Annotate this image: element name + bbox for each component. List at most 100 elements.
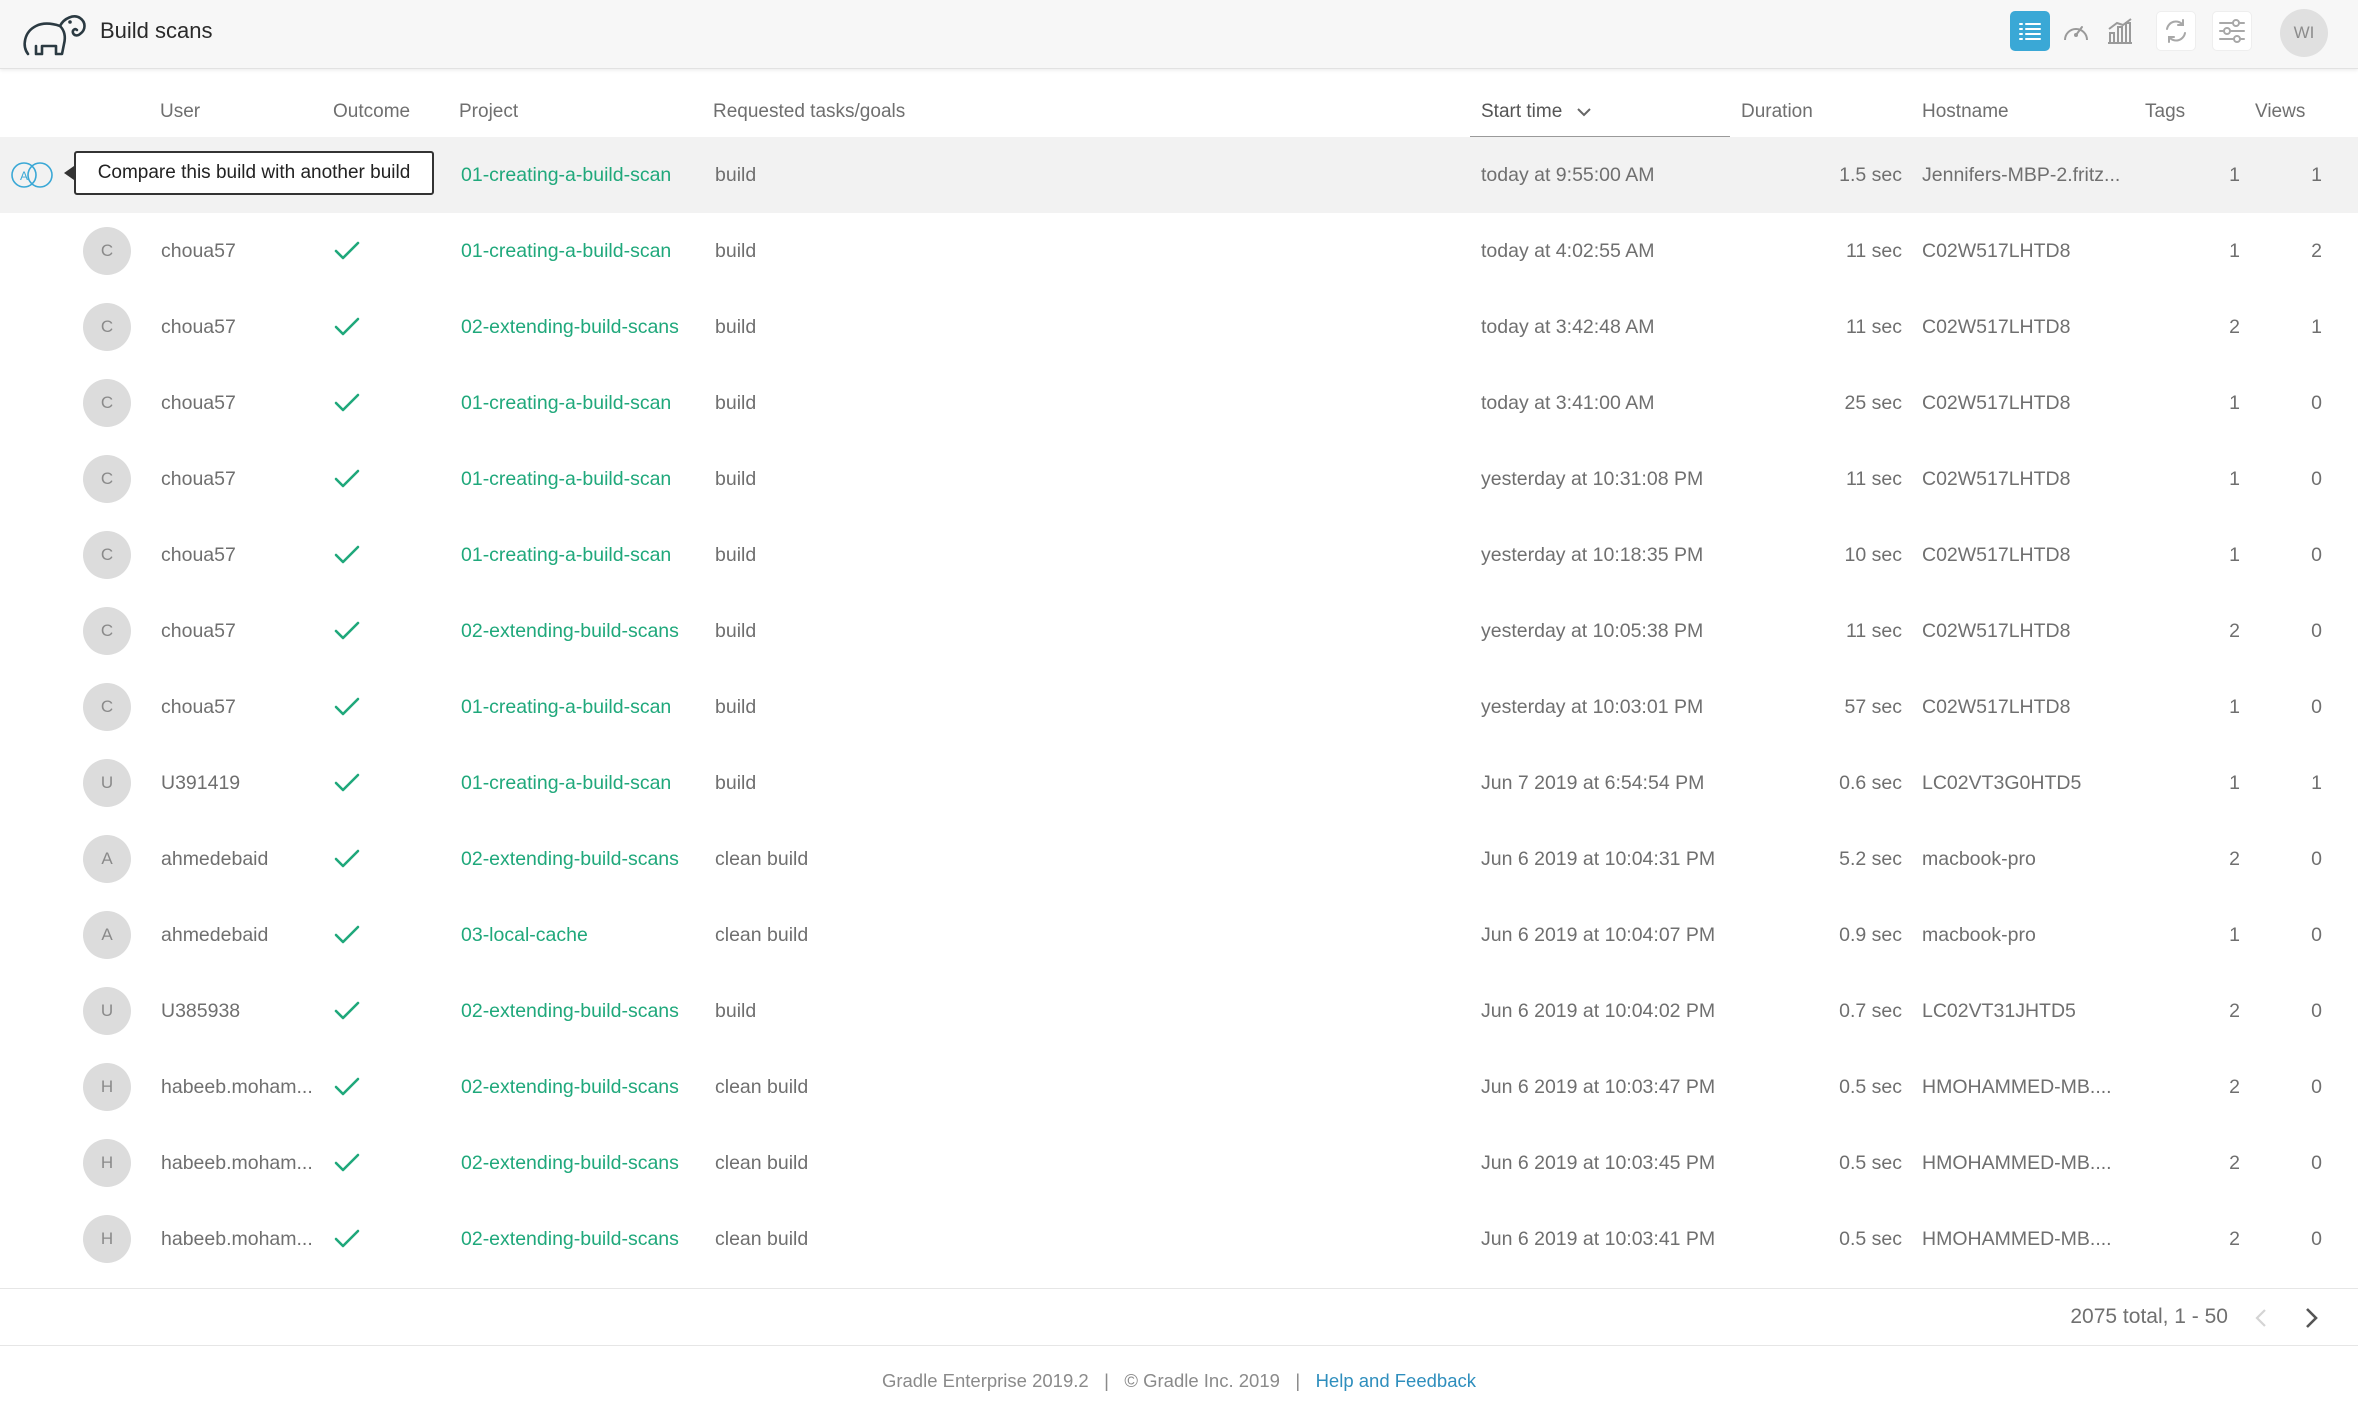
- table-row[interactable]: Cchoua57 01-creating-a-build-scan build yes…: [0, 517, 2358, 593]
- cell-project-link[interactable]: 02-extending-build-scans: [461, 821, 706, 897]
- list-view-button[interactable]: [2010, 11, 2050, 51]
- list-icon: [2019, 23, 2041, 40]
- success-check-icon: [334, 393, 360, 412]
- cell-requested-tasks: build: [715, 619, 757, 642]
- cell-project-link[interactable]: 01-creating-a-build-scan: [461, 441, 706, 517]
- filter-sliders-icon: [2219, 19, 2245, 43]
- column-header-user[interactable]: User: [160, 101, 200, 123]
- table-row[interactable]: Aahmedebaid 03-local-cache clean build Jun …: [0, 897, 2358, 973]
- cell-requested-tasks: clean build: [715, 1075, 809, 1098]
- column-header-project[interactable]: Project: [459, 101, 518, 123]
- compare-builds-icon[interactable]: A: [9, 159, 59, 191]
- cell-project-link[interactable]: 01-creating-a-build-scan: [461, 137, 706, 213]
- table-row[interactable]: Cchoua57 01-creating-a-build-scan build tod…: [0, 365, 2358, 441]
- cell-hostname: C02W517LHTD8: [1922, 315, 2071, 338]
- table-row[interactable]: Cchoua57 01-creating-a-build-scan build yes…: [0, 669, 2358, 745]
- cell-duration: 11 sec: [1845, 619, 1902, 642]
- cell-requested-tasks: build: [715, 163, 757, 186]
- table-row[interactable]: Cchoua57 02-extending-build-scans build tod…: [0, 289, 2358, 365]
- cell-user: U391419: [161, 771, 241, 794]
- cell-views: 0: [2311, 1075, 2322, 1098]
- column-header-views[interactable]: Views: [2255, 101, 2305, 123]
- table-row[interactable]: Hhabeeb.moham... 02-extending-build-scans…: [0, 1201, 2358, 1277]
- column-header-duration[interactable]: Duration: [1741, 101, 1813, 123]
- table-row[interactable]: U U385938 02-extending-build-scans build Jun…: [0, 973, 2358, 1049]
- cell-requested-tasks: build: [715, 999, 757, 1022]
- refresh-icon: [2166, 19, 2186, 43]
- cell-views: 0: [2311, 391, 2322, 414]
- success-check-icon: [334, 621, 360, 640]
- table-row[interactable]: Hhabeeb.moham... 02-extending-build-scans…: [0, 1049, 2358, 1125]
- cell-project-link[interactable]: 02-extending-build-scans: [461, 1049, 706, 1125]
- column-header-outcome[interactable]: Outcome: [333, 101, 410, 123]
- performance-dashboard-button[interactable]: [2056, 11, 2096, 51]
- refresh-button[interactable]: [2156, 11, 2196, 51]
- cell-project-link[interactable]: 01-creating-a-build-scan: [461, 517, 706, 593]
- cell-project-link[interactable]: 01-creating-a-build-scan: [461, 669, 706, 745]
- cell-project-link[interactable]: 01-creating-a-build-scan: [461, 365, 706, 441]
- cell-tags: 2: [2229, 847, 2240, 870]
- cell-views: 0: [2311, 923, 2322, 946]
- table-row[interactable]: Cchoua57 02-extending-build-scans build yes…: [0, 593, 2358, 669]
- cell-duration: 57 sec: [1844, 695, 1902, 718]
- column-header-tags[interactable]: Tags: [2145, 101, 2185, 123]
- cell-views: 1: [2311, 163, 2322, 186]
- cell-project-link[interactable]: 01-creating-a-build-scan: [461, 213, 706, 289]
- cell-project-link[interactable]: 03-local-cache: [461, 897, 706, 973]
- cell-views: 0: [2311, 999, 2322, 1022]
- cell-start-time: today at 3:41:00 AM: [1481, 391, 1655, 414]
- cell-duration: 10 sec: [1844, 543, 1902, 566]
- cell-requested-tasks: build: [715, 771, 757, 794]
- user-avatar-menu[interactable]: WI: [2280, 9, 2328, 57]
- cell-project-link[interactable]: 02-extending-build-scans: [461, 1125, 706, 1201]
- cell-start-time: today at 4:02:55 AM: [1481, 239, 1655, 262]
- cell-project-link[interactable]: 02-extending-build-scans: [461, 973, 706, 1049]
- tooltip-arrow: [64, 166, 74, 180]
- cell-hostname: C02W517LHTD8: [1922, 391, 2071, 414]
- column-header-hostname[interactable]: Hostname: [1922, 101, 2009, 123]
- cell-start-time: today at 3:42:48 AM: [1481, 315, 1655, 338]
- column-header-start-time-label: Start time: [1481, 101, 1563, 122]
- cell-tags: 2: [2229, 1075, 2240, 1098]
- cell-hostname: C02W517LHTD8: [1922, 619, 2071, 642]
- user-avatar: C: [83, 607, 131, 655]
- table-row[interactable]: Aahmedebaid 02-extending-build-scans clean…: [0, 821, 2358, 897]
- help-and-feedback-link[interactable]: Help and Feedback: [1316, 1370, 1476, 1391]
- svg-text:A: A: [20, 169, 28, 183]
- cell-hostname: C02W517LHTD8: [1922, 543, 2071, 566]
- cell-views: 1: [2311, 315, 2322, 338]
- cell-project-link[interactable]: 02-extending-build-scans: [461, 1201, 706, 1277]
- table-row[interactable]: U U391419 01-creating-a-build-scan build Jun…: [0, 745, 2358, 821]
- cell-project-link[interactable]: 02-extending-build-scans: [461, 593, 706, 669]
- user-avatar: C: [83, 455, 131, 503]
- column-header-tasks[interactable]: Requested tasks/goals: [713, 101, 905, 123]
- cell-requested-tasks: build: [715, 315, 757, 338]
- user-avatar: C: [83, 683, 131, 731]
- column-header-start-time[interactable]: Start time: [1481, 101, 1592, 123]
- cell-tags: 2: [2229, 1227, 2240, 1250]
- success-check-icon: [334, 317, 360, 336]
- success-check-icon: [334, 545, 360, 564]
- gradle-elephant-logo[interactable]: [18, 6, 94, 60]
- cell-tags: 1: [2229, 923, 2240, 946]
- success-check-icon: [334, 1001, 360, 1020]
- success-check-icon: [334, 241, 360, 260]
- table-row[interactable]: Cchoua57 01-creating-a-build-scan build tod…: [0, 213, 2358, 289]
- footer-product-version: Gradle Enterprise 2019.2: [881, 1370, 1089, 1391]
- previous-page-icon[interactable]: [2252, 1307, 2272, 1329]
- cell-project-link[interactable]: 01-creating-a-build-scan: [461, 745, 706, 821]
- cell-start-time: yesterday at 10:03:01 PM: [1481, 695, 1704, 718]
- table-row[interactable]: Cchoua57 01-creating-a-build-scan build yes…: [0, 441, 2358, 517]
- cell-views: 0: [2311, 695, 2322, 718]
- filter-button[interactable]: [2212, 11, 2252, 51]
- cell-user: choua57: [161, 391, 236, 414]
- cell-hostname: C02W517LHTD8: [1922, 695, 2071, 718]
- cell-hostname: HMOHAMMED-MB....: [1922, 1075, 2112, 1098]
- trends-button[interactable]: [2100, 11, 2140, 51]
- cell-hostname: LC02VT3G0HTD5: [1922, 771, 2082, 794]
- cell-user: choua57: [161, 315, 236, 338]
- table-row[interactable]: Hhabeeb.moham... 02-extending-build-scans…: [0, 1125, 2358, 1201]
- cell-project-link[interactable]: 02-extending-build-scans: [461, 289, 706, 365]
- cell-requested-tasks: clean build: [715, 1227, 809, 1250]
- next-page-icon[interactable]: [2301, 1305, 2321, 1331]
